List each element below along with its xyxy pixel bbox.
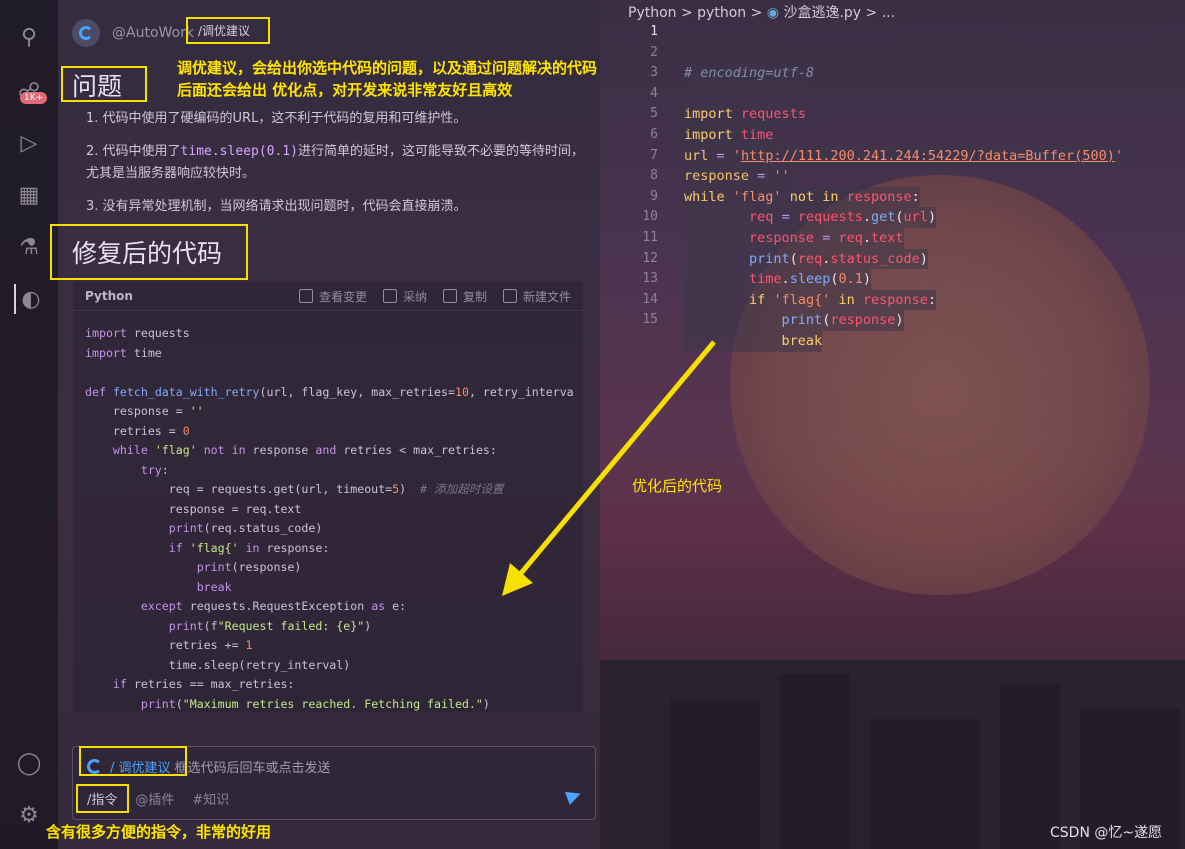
watermark: CSDN @忆~遂愿 [1050,825,1163,841]
annotation-arrow-label: 优化后的代码 [632,477,723,495]
annotation-arrow [502,340,716,596]
